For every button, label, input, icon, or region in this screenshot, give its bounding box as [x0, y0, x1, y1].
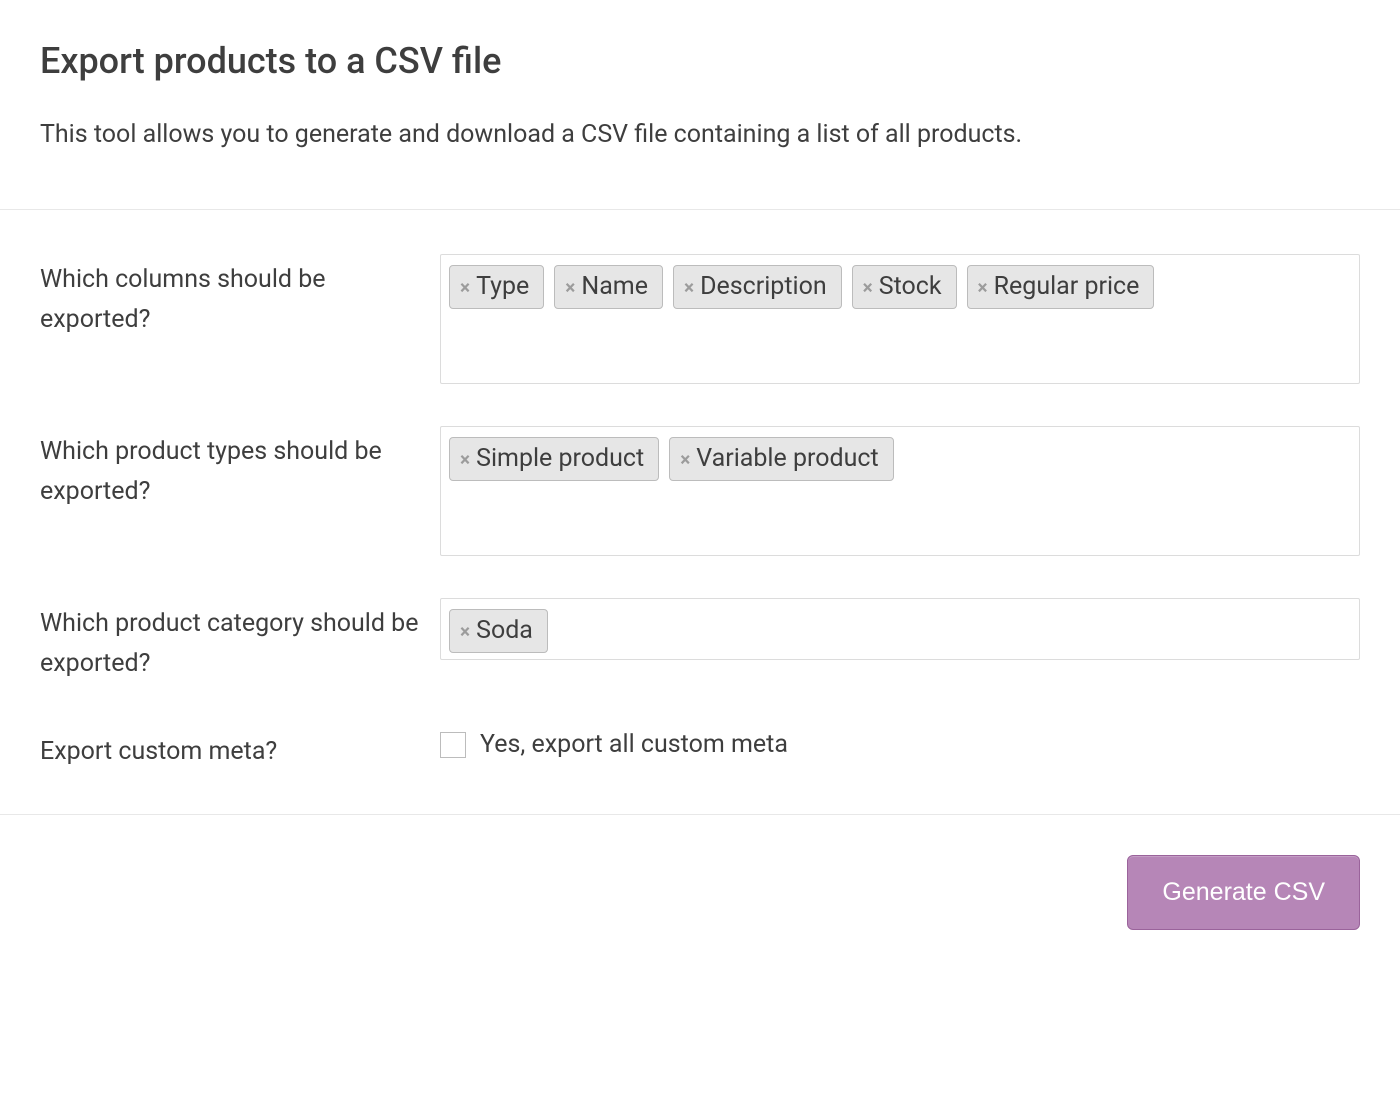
row-category: Which product category should be exporte… — [40, 598, 1360, 684]
tag-label: Soda — [476, 616, 533, 646]
label-custom-meta: Export custom meta? — [40, 726, 440, 772]
page-title: Export products to a CSV file — [40, 40, 1360, 82]
tag-label: Regular price — [994, 272, 1140, 302]
tag: × Simple product — [449, 437, 659, 481]
remove-icon[interactable]: × — [978, 278, 988, 297]
multiselect-product-types[interactable]: × Simple product × Variable product — [440, 426, 1360, 556]
tag: × Soda — [449, 609, 548, 653]
tag-label: Description — [700, 272, 827, 302]
tag-label: Type — [476, 272, 529, 302]
label-category: Which product category should be exporte… — [40, 598, 440, 684]
tag: × Regular price — [967, 265, 1155, 309]
label-columns: Which columns should be exported? — [40, 254, 440, 340]
tag-label: Stock — [879, 272, 942, 302]
multiselect-category[interactable]: × Soda — [440, 598, 1360, 660]
tag: × Variable product — [669, 437, 893, 481]
checkbox-custom-meta[interactable] — [440, 732, 466, 758]
tag-label: Simple product — [476, 444, 644, 474]
generate-csv-button[interactable]: Generate CSV — [1127, 855, 1360, 930]
tag-label: Name — [581, 272, 648, 302]
multiselect-columns[interactable]: × Type × Name × Description × Stock × Regular pri… — [440, 254, 1360, 384]
label-product-types: Which product types should be exported? — [40, 426, 440, 512]
remove-icon[interactable]: × — [680, 450, 690, 469]
checkbox-custom-meta-label: Yes, export all custom meta — [480, 730, 788, 759]
remove-icon[interactable]: × — [863, 278, 873, 297]
page-description: This tool allows you to generate and dow… — [40, 120, 1360, 149]
tag: × Name — [554, 265, 663, 309]
tag: × Description — [673, 265, 842, 309]
remove-icon[interactable]: × — [565, 278, 575, 297]
tag-label: Variable product — [696, 444, 878, 474]
remove-icon[interactable]: × — [460, 278, 470, 297]
row-product-types: Which product types should be exported? … — [40, 426, 1360, 556]
remove-icon[interactable]: × — [684, 278, 694, 297]
tag: × Stock — [852, 265, 957, 309]
row-columns: Which columns should be exported? ×Type×… — [40, 254, 1360, 384]
section-divider — [0, 209, 1400, 210]
tag: × Type — [449, 265, 544, 309]
row-custom-meta: Export custom meta? Yes, export all cust… — [40, 726, 1360, 772]
remove-icon[interactable]: × — [460, 622, 470, 641]
remove-icon[interactable]: × — [460, 450, 470, 469]
